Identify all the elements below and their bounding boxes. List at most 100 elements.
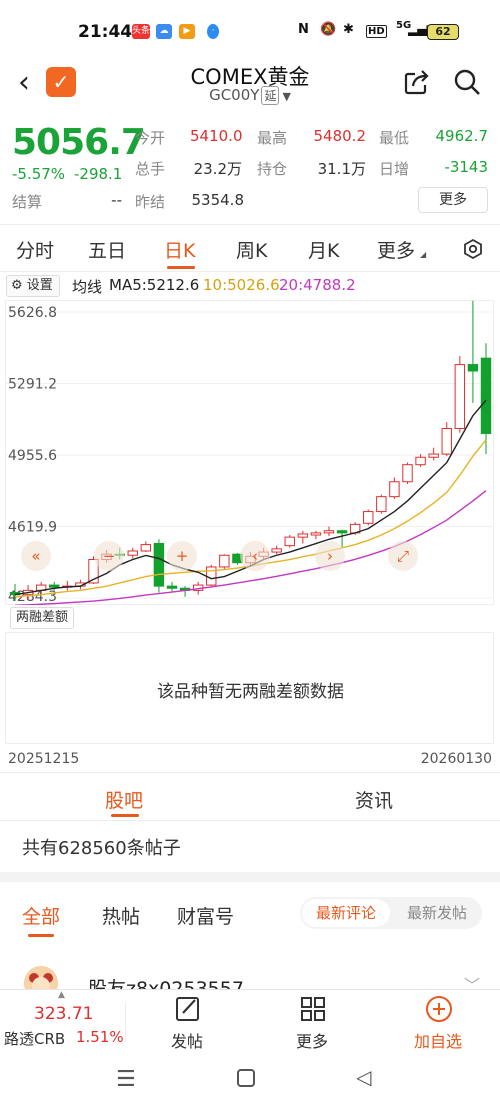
main-tabs: 股吧 资讯 [0,776,500,820]
tab-monthly-k[interactable]: 月K [308,236,339,263]
candle [323,530,335,534]
system-nav-bar: ☰ ◁ [0,1053,500,1111]
status-time: 21:44 [78,22,133,42]
post-count: 共有628560条帖子 [22,838,181,859]
active-main-tab-indicator [111,814,139,817]
active-tab-indicator [167,266,195,269]
candle [336,530,348,534]
section-gap [0,872,500,882]
more-periods-caret-icon: ◢ [420,250,427,259]
candle [428,453,439,458]
more-button[interactable]: 更多 [272,990,352,1054]
candle [49,584,60,588]
search-icon[interactable] [452,67,482,97]
fullscreen-button[interactable]: ⤢ [388,541,418,571]
svg-text:«: « [31,547,40,565]
open-value: 5410.0 [190,127,243,145]
post-button[interactable]: 发帖 [147,990,227,1054]
margin-panel: 该品种暂无两融差额数据 [5,632,494,744]
divider [0,820,500,821]
candlestick-chart[interactable]: 5626.85291.24955.64619.94284.3« − + ‹ › ⤢ [5,300,494,605]
menu-icon[interactable]: ☰ [116,1067,136,1092]
ma10-value: 10:5026.6 [203,276,280,294]
tab-hot-posts[interactable]: 热帖 [102,902,140,929]
zoom-in-button[interactable]: + [167,541,197,571]
post-filter-bar: 全部 热帖 财富号 最新评论 最新发帖 [0,887,500,939]
change-percent: -5.57% [12,165,66,183]
share-icon[interactable] [402,67,432,97]
open-label: 今开 [135,129,166,147]
tab-weekly-k[interactable]: 周K [236,236,267,263]
add-watchlist-label: 加自选 [413,1032,462,1051]
ma5-value: MA5:5212.6 [109,276,200,294]
low-value: 4962.7 [435,127,489,145]
tab-more-periods[interactable]: 更多 [377,236,415,263]
active-filter-indicator [28,934,54,937]
y-tick-label: 5291.2 [8,376,57,392]
tab-intraday[interactable]: 分时 [16,236,54,263]
index-name: 路透CRB [4,1030,66,1048]
tab-news[interactable]: 资讯 [355,786,393,813]
daily-increase-label: 日增 [379,160,410,178]
candle [415,456,426,466]
zoom-out-button[interactable]: − [94,541,124,571]
candle [284,536,295,547]
x-axis-start-date: 20251215 [8,751,80,767]
prev-settlement-label: 昨结 [135,193,166,211]
caret-up-icon: ▲ [58,990,65,1000]
home-icon[interactable] [237,1069,255,1087]
chart-settings-icon[interactable] [462,238,484,260]
empty-message: 该品种暂无两融差额数据 [157,682,344,702]
open-interest-label: 持仓 [257,160,288,178]
video-notification-icon: ▶ [179,24,195,39]
candle [310,532,322,536]
y-tick-label: 4619.9 [8,520,57,536]
scroll-left-button[interactable]: « [21,541,51,571]
low-label: 最低 [379,129,410,147]
cloud-notification-icon: ☁ [156,24,172,39]
tab-wealth-accounts[interactable]: 财富号 [177,902,234,929]
candle [376,496,387,513]
ma10-line [14,439,487,598]
settings-label: 设置 [26,278,53,293]
svg-text:−: − [103,547,116,565]
add-watchlist-button[interactable]: 加自选 [398,990,478,1054]
tab-forum[interactable]: 股吧 [105,786,143,813]
settlement-label: 结算 [12,193,43,211]
index-ticker[interactable]: ▲ 323.71 路透CRB 1.51% [0,990,125,1054]
bottom-toolbar: ▲ 323.71 路透CRB 1.51% 发帖 更多 加自选 [0,989,500,1053]
index-value: 323.71 [34,1004,94,1024]
candle [363,511,374,524]
change-amount: -298.1 [74,165,123,183]
indicator-settings-button[interactable]: ⚙ 设置 [6,275,60,297]
app-notification-icon: · [207,24,219,39]
daily-increase-value: -3143 [444,158,488,176]
svg-text:+: + [176,547,189,565]
more-label: 更多 [295,1032,328,1051]
candle [206,566,217,586]
quote-more-button[interactable]: 更多 [418,187,488,213]
back-nav-icon[interactable]: ◁ [356,1065,371,1089]
step-right-button[interactable]: › [315,541,345,571]
candle [140,544,152,552]
candle [166,585,178,589]
ma20-value: 20:4788.2 [279,276,356,294]
svg-text:›: › [327,547,333,565]
tab-all-posts[interactable]: 全部 [22,902,60,929]
step-left-button[interactable]: ‹ [240,541,270,571]
divider [0,772,500,773]
gear-icon: ⚙ [11,278,23,293]
svg-text:‹: ‹ [252,547,258,565]
margin-panel-label[interactable]: 两融差额 [10,607,75,629]
candle [467,364,479,372]
hd-icon: HD [366,25,387,38]
candle [271,548,282,553]
tab-daily-k[interactable]: 日K [164,236,195,263]
last-price: 5056.7 [12,122,146,163]
tab-five-day[interactable]: 五日 [88,236,126,263]
bluetooth-icon: ✱ [343,22,354,37]
open-interest-value: 31.1万 [317,160,366,178]
list-item[interactable]: 股友z8x0253557 ﹀ [0,952,500,992]
sort-latest-comment[interactable]: 最新评论 [302,899,390,927]
sort-latest-post[interactable]: 最新发帖 [394,899,480,927]
